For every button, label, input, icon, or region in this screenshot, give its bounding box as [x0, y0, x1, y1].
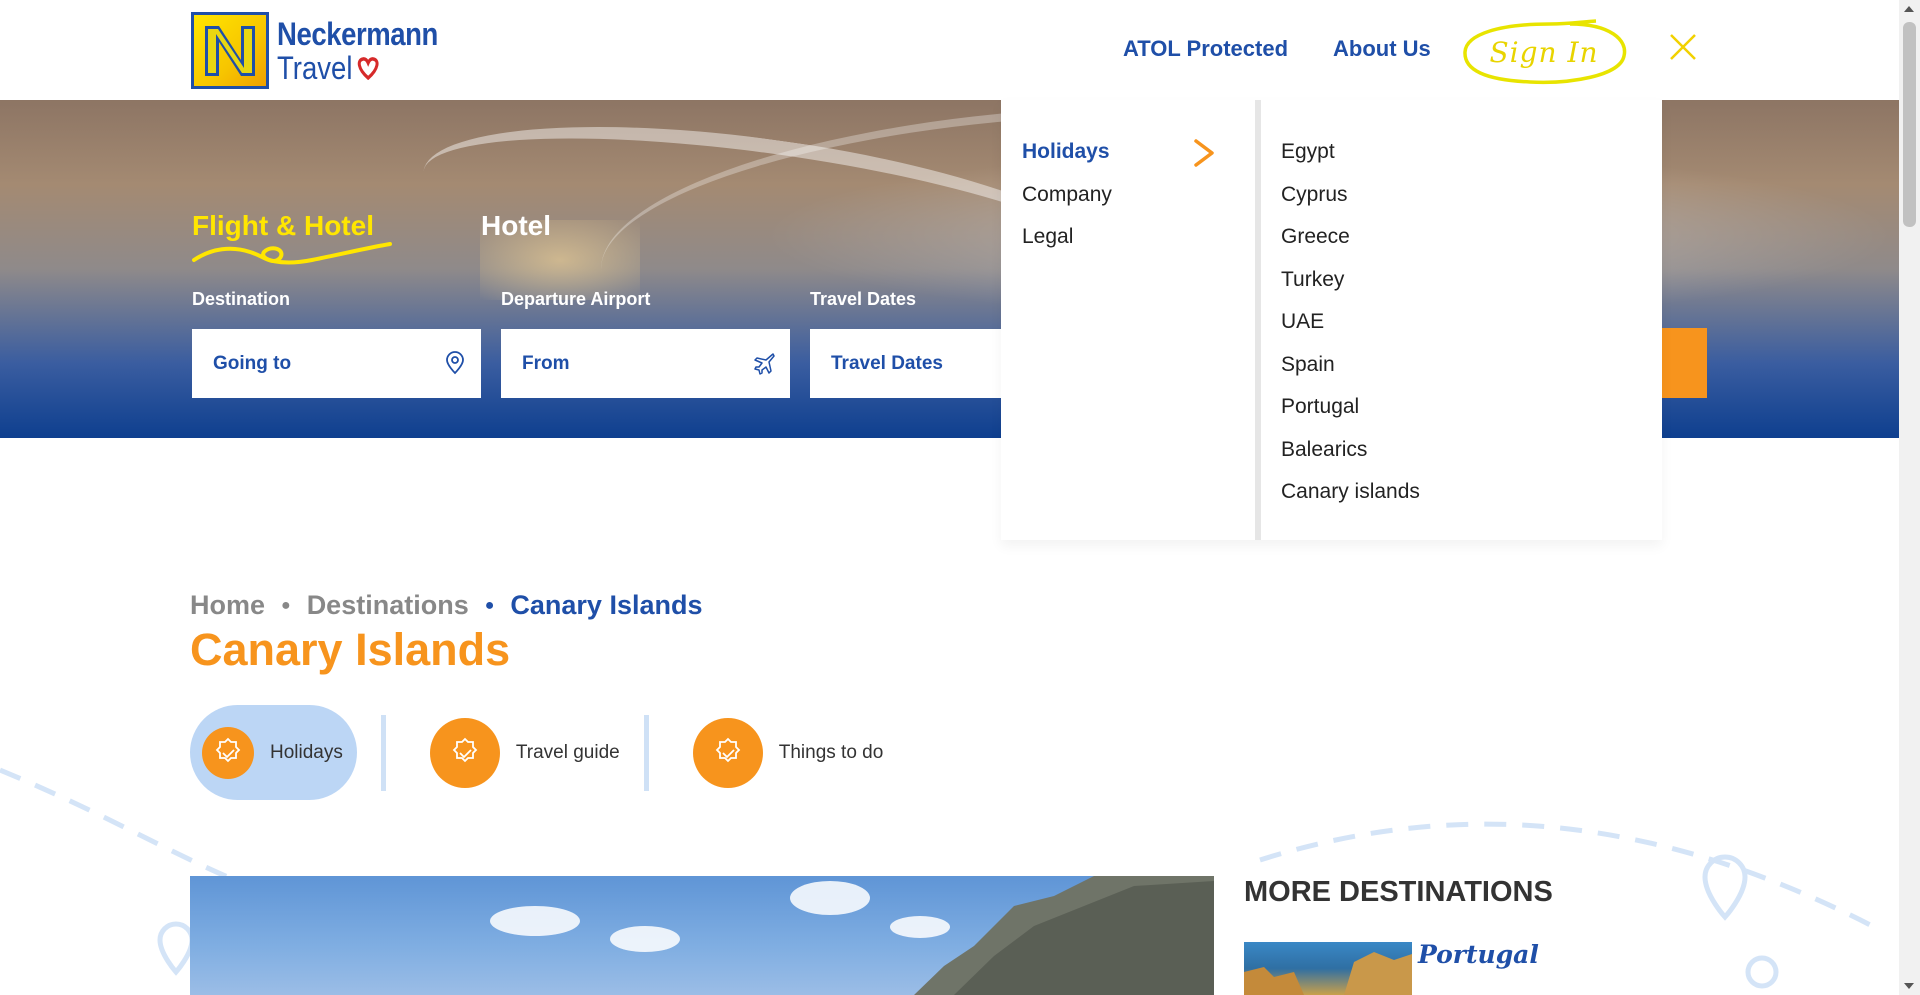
subtab-divider	[643, 714, 649, 791]
menu-item-greece[interactable]: Greece	[1261, 223, 1662, 266]
breadcrumb: Home ● Destinations ● Canary Islands	[190, 590, 702, 621]
destination-input-text: Going to	[213, 352, 292, 374]
photo-cloud	[610, 926, 680, 952]
page-title: Canary Islands	[190, 624, 511, 675]
subtab-holidays[interactable]: Holidays	[190, 705, 357, 800]
breadcrumb-destinations[interactable]: Destinations	[307, 590, 469, 621]
portugal-thumbnail[interactable]	[1244, 942, 1412, 995]
chevron-right-icon	[1194, 139, 1214, 167]
verified-badge-icon	[202, 726, 254, 779]
holidays-dropdown-menu: Holidays Company Legal Egypt Cyprus Gree…	[1001, 100, 1662, 540]
menu-item-egypt[interactable]: Egypt	[1261, 138, 1662, 181]
menu-item-cyprus[interactable]: Cyprus	[1261, 181, 1662, 224]
destination-subtabs: Holidays Travel guide Things to do	[190, 705, 883, 800]
menu-secondary-column: Egypt Cyprus Greece Turkey UAE Spain Por…	[1261, 100, 1662, 540]
more-destination-portugal[interactable]: Portugal	[1418, 940, 1539, 969]
site-header: Neckermann Travel ATOL Protected About U…	[0, 0, 1899, 100]
logo-line-1: Neckermann	[277, 15, 438, 52]
location-pin-icon	[446, 351, 464, 375]
travel-dates-label: Travel Dates	[810, 289, 917, 309]
heart-icon	[357, 56, 379, 80]
page-scrollbar[interactable]	[1899, 0, 1920, 995]
subtab-travel-guide[interactable]: Travel guide	[429, 705, 620, 800]
menu-item-label: Holidays	[1022, 140, 1110, 163]
breadcrumb-home[interactable]: Home	[190, 590, 265, 621]
neckermann-logo[interactable]: Neckermann Travel	[191, 12, 464, 89]
menu-item-canary-islands[interactable]: Canary islands	[1261, 478, 1662, 521]
menu-item-company[interactable]: Company	[1001, 181, 1255, 224]
departure-input-text: From	[522, 352, 570, 374]
menu-item-portugal[interactable]: Portugal	[1261, 393, 1662, 436]
scroll-down-arrow-icon[interactable]	[1904, 983, 1914, 989]
subtab-label: Things to do	[778, 741, 884, 763]
verified-badge-icon	[429, 717, 500, 788]
subtab-divider	[380, 714, 386, 791]
breadcrumb-separator: ●	[281, 596, 291, 614]
logo-line-2-text: Travel	[277, 49, 353, 86]
sign-in-label: Sign In	[1489, 35, 1599, 69]
nav-about-us[interactable]: About Us	[1333, 36, 1431, 62]
travel-dates-input-text: Travel Dates	[831, 352, 943, 374]
more-destinations-title: MORE DESTINATIONS	[1244, 876, 1553, 908]
logo-n-icon	[205, 25, 255, 76]
sign-in-button[interactable]: Sign In	[1460, 18, 1628, 86]
logo-line-2: Travel	[277, 52, 438, 84]
subtab-things-to-do[interactable]: Things to do	[692, 705, 884, 800]
subtab-label: Holidays	[270, 741, 343, 763]
menu-item-spain[interactable]: Spain	[1261, 351, 1662, 394]
search-button[interactable]	[1660, 328, 1707, 398]
nav-atol-protected[interactable]: ATOL Protected	[1123, 36, 1288, 62]
breadcrumb-current: Canary Islands	[510, 590, 703, 620]
logo-mark	[191, 12, 269, 89]
scrollbar-thumb[interactable]	[1903, 22, 1916, 227]
photo-cloud	[490, 906, 580, 936]
menu-item-turkey[interactable]: Turkey	[1261, 266, 1662, 309]
destination-label: Destination	[192, 289, 291, 309]
breadcrumb-separator: ●	[484, 596, 495, 614]
menu-item-holidays[interactable]: Holidays	[1001, 138, 1255, 181]
subtab-label: Travel guide	[515, 741, 620, 763]
close-icon[interactable]	[1668, 32, 1698, 62]
photo-cliff	[914, 876, 1214, 995]
plane-icon	[754, 353, 775, 375]
menu-item-legal[interactable]: Legal	[1001, 223, 1255, 266]
travel-dates-input[interactable]: Travel Dates	[810, 329, 1001, 398]
verified-badge-icon	[692, 717, 763, 788]
tab-flight-hotel[interactable]: Flight & Hotel	[192, 210, 374, 242]
scroll-up-arrow-icon[interactable]	[1904, 6, 1914, 12]
logo-wordmark: Neckermann Travel	[277, 18, 464, 84]
destination-input[interactable]: Going to	[192, 329, 481, 398]
departure-airport-input[interactable]: From	[501, 329, 790, 398]
photo-cloud	[790, 881, 870, 915]
departure-airport-label: Departure Airport	[501, 289, 651, 309]
active-tab-squiggle	[192, 242, 392, 265]
canary-islands-photo	[190, 876, 1214, 995]
menu-item-balearics[interactable]: Balearics	[1261, 436, 1662, 479]
tab-hotel[interactable]: Hotel	[481, 210, 551, 242]
thumbnail-rocks	[1244, 952, 1412, 995]
menu-primary-column: Holidays Company Legal	[1001, 100, 1255, 540]
menu-item-uae[interactable]: UAE	[1261, 308, 1662, 351]
